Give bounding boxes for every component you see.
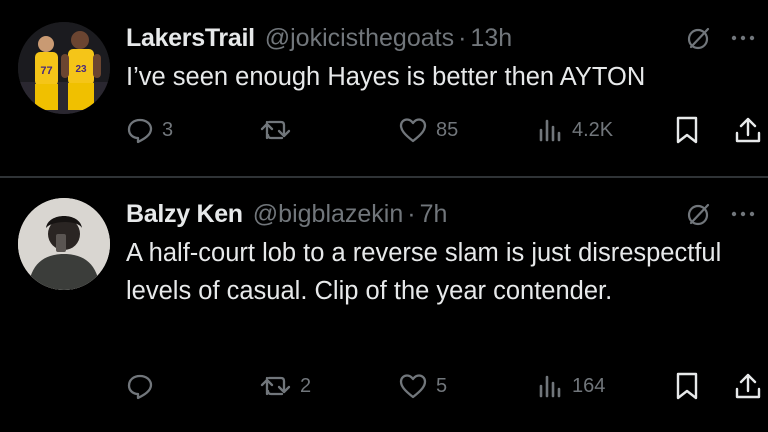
tweet-header: LakersTrail @jokicisthegoats · 13h — [126, 20, 756, 56]
share-icon — [734, 371, 762, 401]
reply-button[interactable]: 3 — [126, 114, 173, 146]
tweet-actions: 3 85 4.2K — [126, 114, 762, 146]
tweet[interactable]: 77 23 LakersTrail @jokicisthegoats · 13h… — [0, 0, 768, 176]
tweet[interactable]: Balzy Ken @bigblazekin · 7h A half-court… — [0, 178, 768, 432]
views-button[interactable]: 4.2K — [536, 114, 613, 146]
timestamp[interactable]: 13h — [470, 24, 512, 53]
reply-button[interactable] — [126, 370, 162, 402]
share-button[interactable] — [734, 114, 762, 146]
svg-text:77: 77 — [40, 65, 52, 77]
bookmark-icon — [674, 371, 700, 401]
reply-icon — [126, 372, 154, 400]
avatar[interactable] — [18, 198, 110, 290]
more-icon[interactable] — [730, 34, 756, 42]
avatar-image — [18, 198, 110, 290]
views-icon — [536, 116, 564, 144]
like-icon — [398, 116, 428, 144]
views-count: 164 — [572, 374, 606, 397]
separator-dot: · — [458, 23, 467, 52]
display-name[interactable]: LakersTrail — [126, 24, 255, 53]
tweet-text: I’ve seen enough Hayes is better then AY… — [126, 63, 646, 91]
avatar-image: 77 23 — [18, 22, 110, 114]
display-name[interactable]: Balzy Ken — [126, 200, 243, 229]
bookmark-button[interactable] — [674, 370, 700, 402]
tweet-actions: 2 5 164 — [126, 370, 762, 402]
more-icon[interactable] — [730, 210, 756, 218]
views-icon — [536, 372, 564, 400]
retweet-icon — [260, 116, 292, 144]
like-button[interactable]: 5 — [398, 370, 447, 402]
reply-count: 3 — [162, 118, 174, 141]
grok-icon[interactable] — [686, 201, 712, 227]
retweet-button[interactable] — [260, 114, 300, 146]
tweet-text: A half-court lob to a reverse slam is ju… — [126, 239, 722, 305]
like-count: 5 — [436, 374, 448, 397]
like-icon — [398, 372, 428, 400]
retweet-count: 2 — [300, 374, 312, 397]
like-button[interactable]: 85 — [398, 114, 458, 146]
user-handle[interactable]: @bigblazekin — [253, 200, 403, 229]
bookmark-button[interactable] — [674, 114, 700, 146]
views-count: 4.2K — [572, 118, 614, 141]
user-handle[interactable]: @jokicisthegoats — [265, 24, 454, 53]
like-count: 85 — [436, 118, 459, 141]
share-button[interactable] — [734, 370, 762, 402]
views-button[interactable]: 164 — [536, 370, 605, 402]
bookmark-icon — [674, 115, 700, 145]
retweet-icon — [260, 372, 292, 400]
reply-icon — [126, 116, 154, 144]
grok-icon[interactable] — [686, 25, 712, 51]
avatar[interactable]: 77 23 — [18, 22, 110, 114]
share-icon — [734, 115, 762, 145]
tweet-header: Balzy Ken @bigblazekin · 7h — [126, 196, 756, 232]
separator-dot: · — [407, 199, 416, 228]
timestamp[interactable]: 7h — [420, 200, 448, 229]
svg-text:23: 23 — [75, 64, 87, 75]
retweet-button[interactable]: 2 — [260, 370, 311, 402]
